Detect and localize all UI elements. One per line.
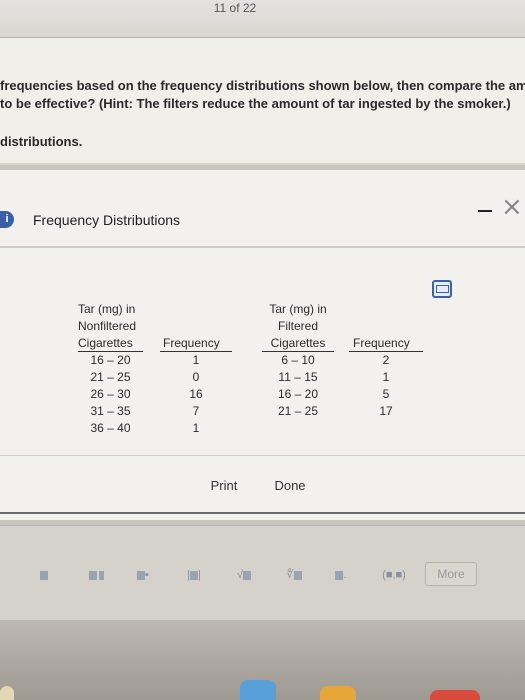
done-button[interactable]: Done xyxy=(266,474,314,496)
nonfiltered-range: 36 – 40 xyxy=(90,421,131,435)
ordered-pair-tool[interactable]: (■,■) xyxy=(377,566,411,584)
filtered-range: 16 – 20 xyxy=(277,387,319,401)
nth-root-tool-icon[interactable]: ∜ xyxy=(281,566,307,584)
app-icon[interactable] xyxy=(430,690,480,700)
filtered-range: 6 – 10 xyxy=(281,353,315,367)
question-line-1: frequencies based on the frequency distr… xyxy=(0,78,525,93)
divider xyxy=(0,163,525,165)
filtered-header-line1: Tar (mg) in xyxy=(269,302,327,316)
header-rule xyxy=(78,351,143,352)
info-icon: i xyxy=(0,211,14,228)
nonfiltered-header-line1: Tar (mg) in xyxy=(78,302,136,316)
exponent-tool-icon[interactable]: ▪ xyxy=(133,566,153,584)
app-icon[interactable] xyxy=(240,680,276,700)
filtered-range: 21 – 25 xyxy=(277,404,319,418)
minimize-icon[interactable] xyxy=(478,210,492,212)
filtered-frequency: 5 xyxy=(382,387,390,401)
page-counter: 11 of 22 xyxy=(213,1,257,15)
top-bar: 11 of 22 xyxy=(0,0,525,38)
question-line-3: distributions. xyxy=(0,134,83,149)
more-button[interactable]: More xyxy=(425,562,477,586)
nonfiltered-frequency: 1 xyxy=(192,421,200,435)
filtered-range: 11 – 15 xyxy=(278,370,318,384)
divider xyxy=(0,512,525,514)
nonfiltered-frequency-header: Frequency xyxy=(163,336,220,350)
question-line-2: to be effective? (Hint: The filters redu… xyxy=(0,96,511,111)
dialog-title: Frequency Distributions xyxy=(33,212,181,228)
nonfiltered-range: 31 – 35 xyxy=(90,404,131,418)
nonfiltered-frequency: 0 xyxy=(192,370,200,384)
fraction-tool-icon[interactable] xyxy=(36,566,52,584)
nonfiltered-header-line2: Nonfiltered xyxy=(78,319,137,333)
dialog-header: i Frequency Distributions × xyxy=(0,188,525,248)
nonfiltered-header-line3: Cigarettes xyxy=(78,336,133,350)
nonfiltered-frequency: 16 xyxy=(189,387,203,401)
header-rule xyxy=(262,351,334,352)
filtered-frequency-header: Frequency xyxy=(353,336,410,350)
absolute-value-tool-icon[interactable]: | | xyxy=(182,566,206,584)
filtered-header-line3: Cigarettes xyxy=(270,336,326,350)
filtered-frequency: 2 xyxy=(382,353,390,367)
app-icon[interactable] xyxy=(0,686,14,700)
copy-data-icon[interactable] xyxy=(432,280,452,298)
math-toolbar: ▪ | | √ ∜ . (■,■) More xyxy=(0,525,525,620)
bottom-dock xyxy=(0,620,525,700)
square-root-tool-icon[interactable]: √ xyxy=(232,566,256,584)
nonfiltered-range: 21 – 25 xyxy=(90,370,131,384)
app-icon[interactable] xyxy=(320,686,356,700)
filtered-frequency: 17 xyxy=(379,404,393,418)
print-button[interactable]: Print xyxy=(203,474,245,496)
divider xyxy=(0,455,525,456)
close-icon[interactable]: × xyxy=(501,194,523,220)
question-area: frequencies based on the frequency distr… xyxy=(0,38,525,163)
header-rule xyxy=(160,351,232,352)
nonfiltered-frequency: 7 xyxy=(192,404,200,418)
nonfiltered-frequency: 1 xyxy=(192,353,200,367)
nonfiltered-range: 16 – 20 xyxy=(90,353,131,367)
nonfiltered-range: 26 – 30 xyxy=(90,387,131,401)
filtered-header-line2: Filtered xyxy=(277,319,318,333)
mixed-number-tool-icon[interactable] xyxy=(84,566,108,584)
filtered-frequency: 1 xyxy=(382,370,390,384)
header-rule xyxy=(349,351,423,352)
decimal-tool-icon[interactable]: . xyxy=(331,566,351,584)
